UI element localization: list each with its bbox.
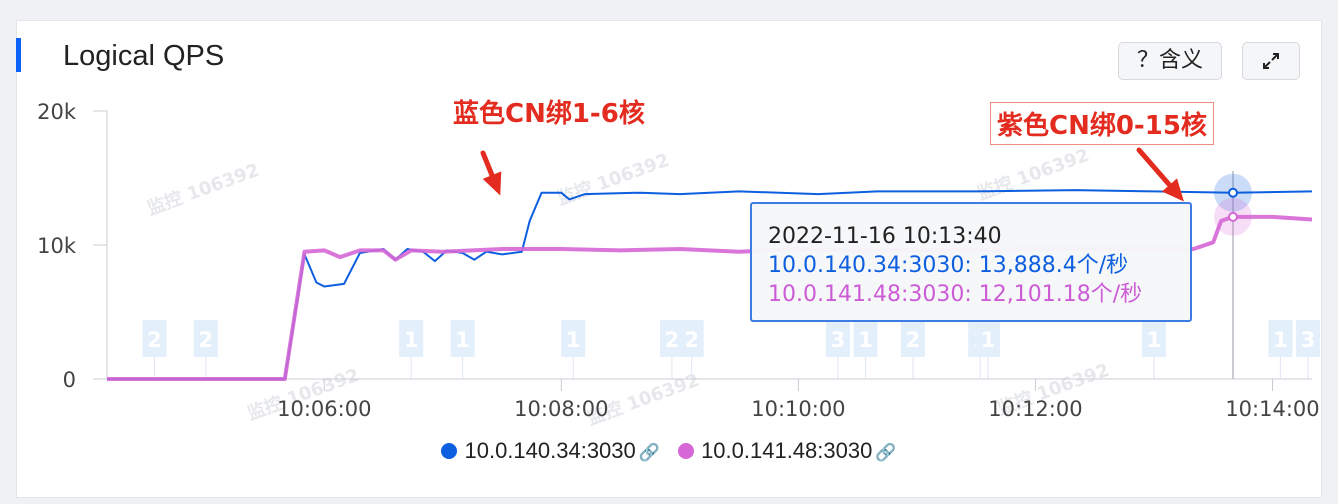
event-marker-label: 2 <box>198 328 213 352</box>
hover-point <box>1227 211 1238 222</box>
x-axis: 10:06:00 10:08:00 10:10:00 10:12:00 10:14:00 <box>107 378 1320 421</box>
tooltip-row-blue: 10.0.140.34:3030: 13,888.4个/秒 <box>768 253 1129 278</box>
hover-point <box>1227 187 1238 198</box>
event-marker-label: 1 <box>1147 328 1162 352</box>
annotation-purple-cn: 紫色CN绑0-15核 <box>990 102 1214 145</box>
event-marker-label: 1 <box>566 328 581 352</box>
legend-item-purple[interactable]: 10.0.141.48:3030 🔗 <box>678 438 897 464</box>
x-tick-label: 10:10:00 <box>751 397 845 421</box>
legend-label: 10.0.140.34:3030 <box>464 438 636 463</box>
event-marker-label: 1 <box>455 328 470 352</box>
event-marker-label: 1 <box>858 328 873 352</box>
watermark-text: 监控 106392 <box>144 159 262 220</box>
chart-legend: 10.0.140.34:3030 🔗 10.0.141.48:3030 🔗 <box>0 438 1338 464</box>
event-marker-label: 2 <box>147 328 162 352</box>
event-markers: 221112231211113 <box>142 320 1321 379</box>
link-icon[interactable]: 🔗 <box>875 443 896 463</box>
tooltip-row-purple: 10.0.141.48:3030: 12,101.18个/秒 <box>768 282 1143 307</box>
y-tick-label: 20k <box>37 100 77 124</box>
event-marker-label: 1 <box>1273 328 1288 352</box>
x-tick-label: 10:06:00 <box>277 397 371 421</box>
event-marker-label: 1 <box>404 328 419 352</box>
event-marker-label: 2 <box>906 328 921 352</box>
legend-dot <box>678 443 695 459</box>
hover-tooltip: 2022-11-16 10:13:40 10.0.140.34:3030: 13… <box>750 202 1192 322</box>
hover-layer <box>1213 171 1252 379</box>
x-tick-label: 10:12:00 <box>988 397 1082 421</box>
x-tick-label: 10:14:00 <box>1225 397 1319 421</box>
legend-item-blue[interactable]: 10.0.140.34:3030 🔗 <box>441 438 660 464</box>
watermark-text: 监控 106392 <box>974 144 1092 205</box>
y-axis: 0 10k 20k <box>37 100 108 392</box>
annotation-blue-cn: 蓝色CN绑1-6核 <box>453 99 645 129</box>
watermark-text: 监控 106392 <box>554 149 672 210</box>
y-tick-label: 0 <box>63 368 76 392</box>
legend-label: 10.0.141.48:3030 <box>701 438 873 463</box>
event-marker-label: 2 <box>665 328 680 352</box>
tooltip-time: 2022-11-16 10:13:40 <box>768 224 1002 249</box>
link-icon[interactable]: 🔗 <box>639 443 660 463</box>
event-marker-label: 3 <box>831 328 846 352</box>
legend-dot <box>441 443 458 459</box>
event-marker-label: 1 <box>981 328 996 352</box>
y-tick-label: 10k <box>37 234 77 258</box>
x-tick-label: 10:08:00 <box>514 397 608 421</box>
event-marker-label: 2 <box>684 328 699 352</box>
event-marker-label: 3 <box>1301 328 1316 352</box>
